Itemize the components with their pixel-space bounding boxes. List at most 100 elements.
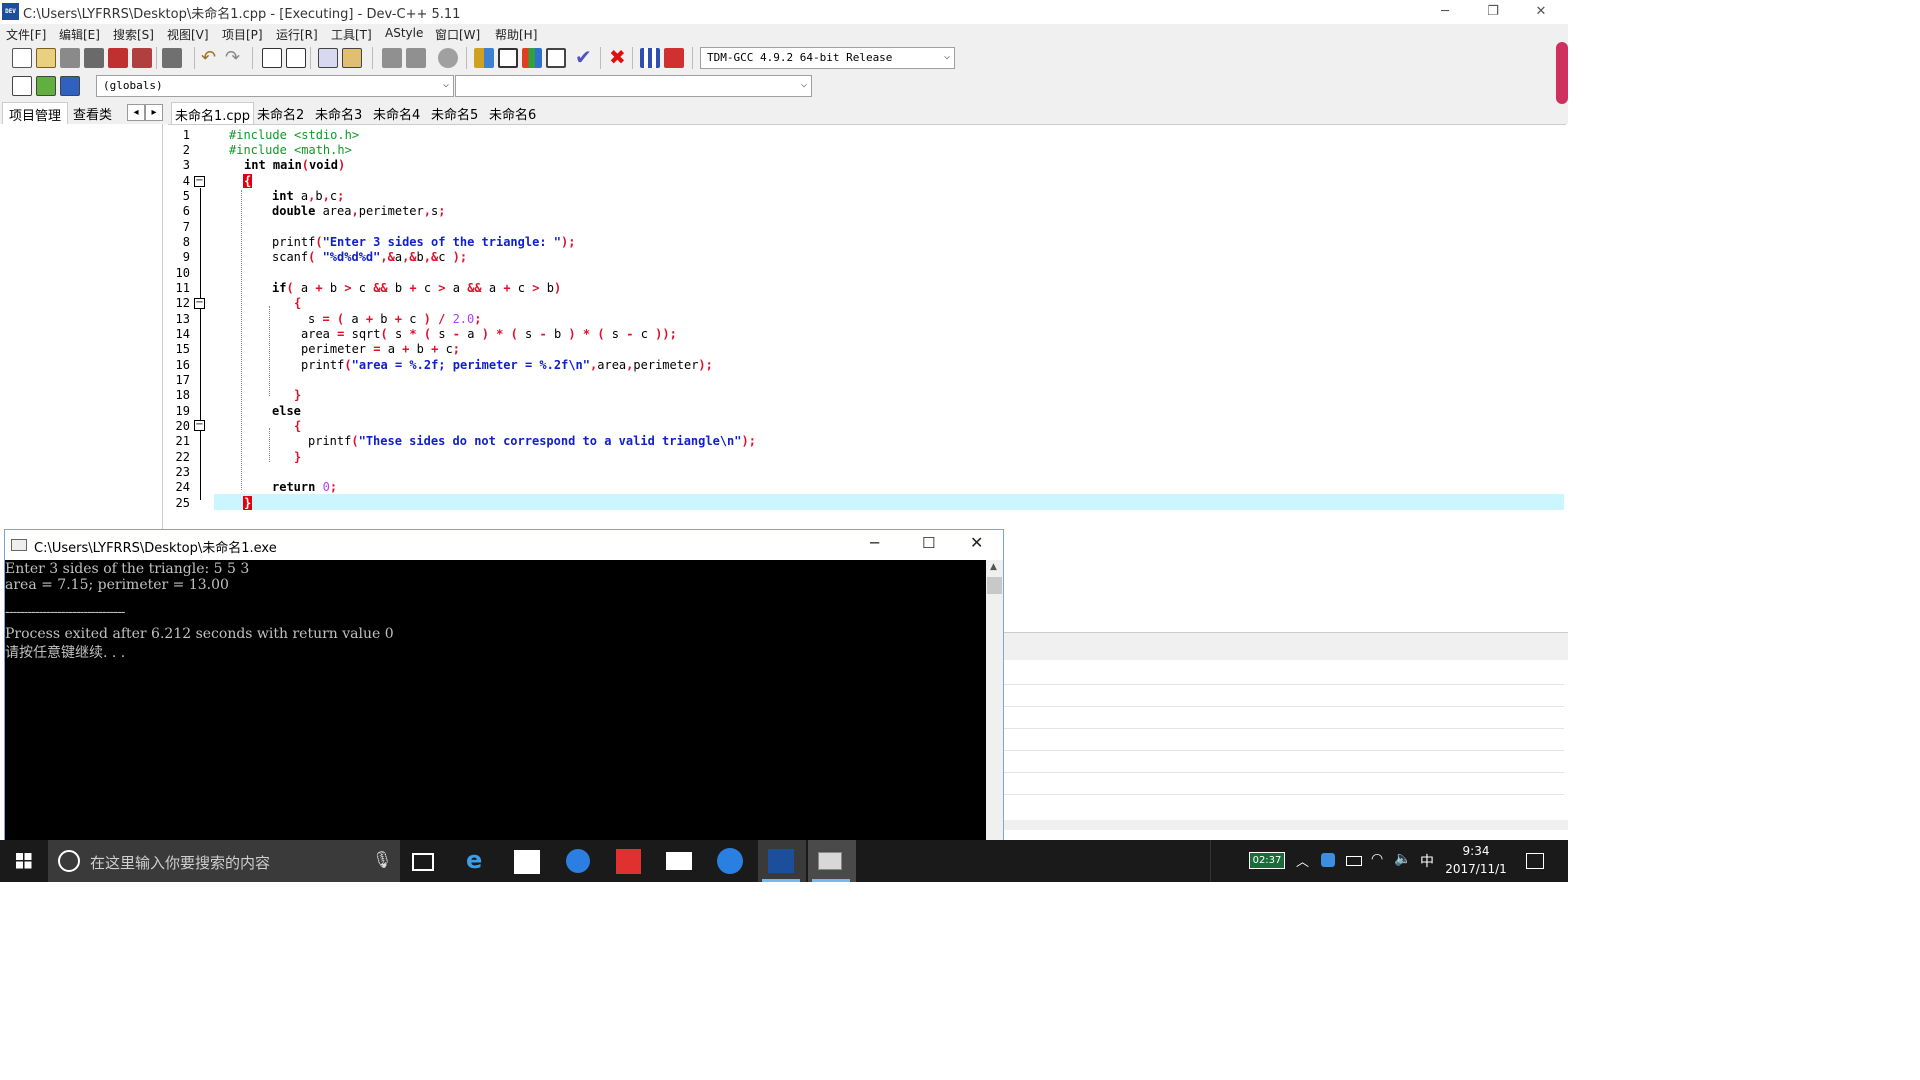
code-line-21: printf("These sides do not correspond to… <box>308 434 756 449</box>
goto-bookmark-icon[interactable] <box>60 76 80 96</box>
menu-astyle[interactable]: AStyle <box>385 26 423 40</box>
save-all-icon[interactable] <box>84 48 104 68</box>
compiler-select[interactable]: TDM-GCC 4.9.2 64-bit Release ⌵ <box>700 47 955 69</box>
file-tab-4[interactable]: 未命名4 <box>370 102 423 124</box>
print-icon[interactable] <box>162 48 182 68</box>
insert-icon[interactable] <box>12 76 32 96</box>
menu-file[interactable]: 文件[F] <box>6 26 46 43</box>
replace-icon[interactable] <box>286 48 306 68</box>
code-token: > <box>337 281 359 295</box>
syntax-check-icon[interactable]: ✔ <box>575 45 592 69</box>
fold-collapse-icon[interactable]: − <box>194 420 205 431</box>
menu-help[interactable]: 帮助[H] <box>495 26 537 43</box>
symbol-select[interactable]: ⌵ <box>455 75 812 97</box>
console-scrollbar[interactable]: ▲ <box>986 560 1003 849</box>
run-icon[interactable] <box>498 48 518 68</box>
delete-profile-icon[interactable] <box>664 48 684 68</box>
close-button[interactable]: ✕ <box>1518 0 1564 24</box>
tab-scroll-left-button[interactable]: ◂ <box>127 104 145 121</box>
battery-monitor-widget[interactable]: 02:37 <box>1249 852 1285 869</box>
file-tab-5[interactable]: 未命名5 <box>428 102 481 124</box>
edge-browser-icon[interactable]: e <box>466 846 482 874</box>
ime-indicator[interactable]: 中 <box>1420 851 1434 871</box>
compile-icon[interactable] <box>474 48 494 68</box>
microphone-icon[interactable]: 🎙 <box>372 850 392 869</box>
scope-select[interactable]: (globals) ⌵ <box>96 75 454 97</box>
save-icon[interactable] <box>60 48 80 68</box>
task-view-icon[interactable] <box>412 853 434 871</box>
code-token: = <box>366 342 388 356</box>
wifi-icon[interactable]: ◠ <box>1371 851 1383 867</box>
find-icon[interactable] <box>262 48 282 68</box>
new-file-icon[interactable] <box>12 48 32 68</box>
volume-icon[interactable]: 🔈 <box>1394 851 1411 867</box>
scroll-up-icon[interactable]: ▲ <box>990 562 997 572</box>
close-file-icon[interactable] <box>108 48 128 68</box>
profile-icon[interactable] <box>640 48 660 68</box>
floating-widget[interactable] <box>1556 42 1568 104</box>
menu-search[interactable]: 搜索[S] <box>113 26 154 43</box>
tab-scroll-right-button[interactable]: ▸ <box>145 104 163 121</box>
fold-collapse-icon[interactable]: − <box>194 176 205 187</box>
app-l-icon[interactable] <box>566 849 590 873</box>
minimize-button[interactable]: ─ <box>1422 0 1468 24</box>
code-lines[interactable]: #include <stdio.h> #include <math.h> int… <box>214 126 1564 518</box>
clock-time[interactable]: 9:34 <box>1448 844 1504 858</box>
file-tab-6[interactable]: 未命名6 <box>486 102 539 124</box>
console-minimize-button[interactable]: ─ <box>870 534 879 552</box>
menu-view[interactable]: 视图[V] <box>167 26 209 43</box>
windows-logo-icon <box>16 853 32 869</box>
rebuild-all-icon[interactable] <box>546 48 566 68</box>
unindent-icon[interactable] <box>342 48 362 68</box>
stop-execution-icon[interactable]: ✖ <box>609 45 626 69</box>
console-close-button[interactable]: ✕ <box>970 533 983 552</box>
undo-icon[interactable]: ↶ <box>201 47 216 68</box>
start-button[interactable] <box>0 840 48 882</box>
code-token: s <box>611 327 620 341</box>
close-all-icon[interactable] <box>132 48 152 68</box>
fold-collapse-icon[interactable]: − <box>194 298 205 309</box>
console-maximize-button[interactable]: ☐ <box>922 534 935 552</box>
open-file-icon[interactable] <box>36 48 56 68</box>
clock-date[interactable]: 2017/11/1 <box>1438 862 1514 876</box>
tray-app-icon[interactable] <box>1321 853 1335 867</box>
bookmark-icon[interactable] <box>438 48 458 68</box>
tab-class-browser[interactable]: 查看类 <box>67 102 118 124</box>
menu-edit[interactable]: 编辑[E] <box>59 26 100 43</box>
file-tab-1[interactable]: 未命名1.cpp <box>171 102 255 124</box>
restore-button[interactable]: ❐ <box>1470 0 1516 24</box>
horizontal-scrollbar[interactable] <box>1004 820 1568 830</box>
battery-icon[interactable] <box>1346 856 1362 866</box>
menu-run[interactable]: 运行[R] <box>276 26 318 43</box>
console-output[interactable]: Enter 3 sides of the triangle: 5 5 3 are… <box>5 560 986 849</box>
app-red-icon[interactable] <box>616 849 641 874</box>
code-token: )); <box>647 327 677 341</box>
devcpp-taskbar-icon[interactable] <box>768 849 794 873</box>
tab-project-manager[interactable]: 项目管理 <box>2 102 69 124</box>
scrollbar-thumb[interactable] <box>987 577 1002 594</box>
goto-previous-icon[interactable] <box>382 48 402 68</box>
file-tab-3[interactable]: 未命名3 <box>312 102 365 124</box>
line-number: 3 <box>182 158 190 172</box>
devcpp-app-icon[interactable]: DEV <box>2 3 19 20</box>
toggle-bookmark-icon[interactable] <box>36 76 56 96</box>
code-token: - <box>619 327 641 341</box>
code-line-13: s = ( a + b + c ) / 2.0; <box>308 312 481 327</box>
sogou-icon[interactable] <box>717 848 743 874</box>
menu-tools[interactable]: 工具[T] <box>331 26 372 43</box>
redo-icon[interactable]: ↷ <box>225 47 240 68</box>
indent-icon[interactable] <box>318 48 338 68</box>
code-token: b <box>329 281 338 295</box>
menu-window[interactable]: 窗口[W] <box>435 26 480 43</box>
console-taskbar-icon[interactable] <box>818 852 842 870</box>
menu-project[interactable]: 项目[P] <box>222 26 263 43</box>
goto-next-icon[interactable] <box>406 48 426 68</box>
compile-run-icon[interactable] <box>522 48 542 68</box>
store-icon[interactable] <box>514 850 540 874</box>
code-token: b <box>416 342 424 356</box>
code-preprocessor: #include <math.h> <box>229 143 352 157</box>
mail-icon[interactable] <box>666 852 692 870</box>
action-center-icon[interactable] <box>1526 853 1544 869</box>
chevron-up-icon[interactable]: ︿ <box>1296 851 1309 870</box>
file-tab-2[interactable]: 未命名2 <box>254 102 307 124</box>
